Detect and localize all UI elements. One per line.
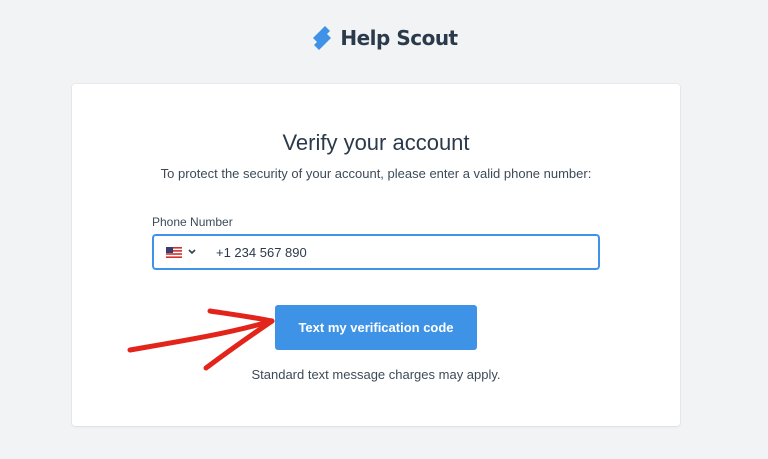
- help-scout-logo: Help Scout: [0, 24, 768, 52]
- us-flag-icon: [166, 246, 182, 258]
- phone-number-field: [152, 234, 600, 270]
- red-arrow-annotation: [127, 308, 275, 371]
- logo-text: Help Scout: [340, 26, 458, 50]
- chevron-down-icon: [188, 249, 196, 255]
- verification-page: Help Scout Verify your account To protec…: [0, 0, 768, 459]
- text-verification-code-button[interactable]: Text my verification code: [275, 305, 477, 350]
- phone-number-label: Phone Number: [152, 215, 233, 229]
- country-code-dropdown[interactable]: [154, 246, 214, 258]
- page-subtitle: To protect the security of your account,…: [160, 166, 592, 181]
- page-title: Verify your account: [282, 130, 470, 155]
- help-scout-logo-icon: [313, 26, 332, 50]
- phone-number-input[interactable]: [214, 237, 574, 267]
